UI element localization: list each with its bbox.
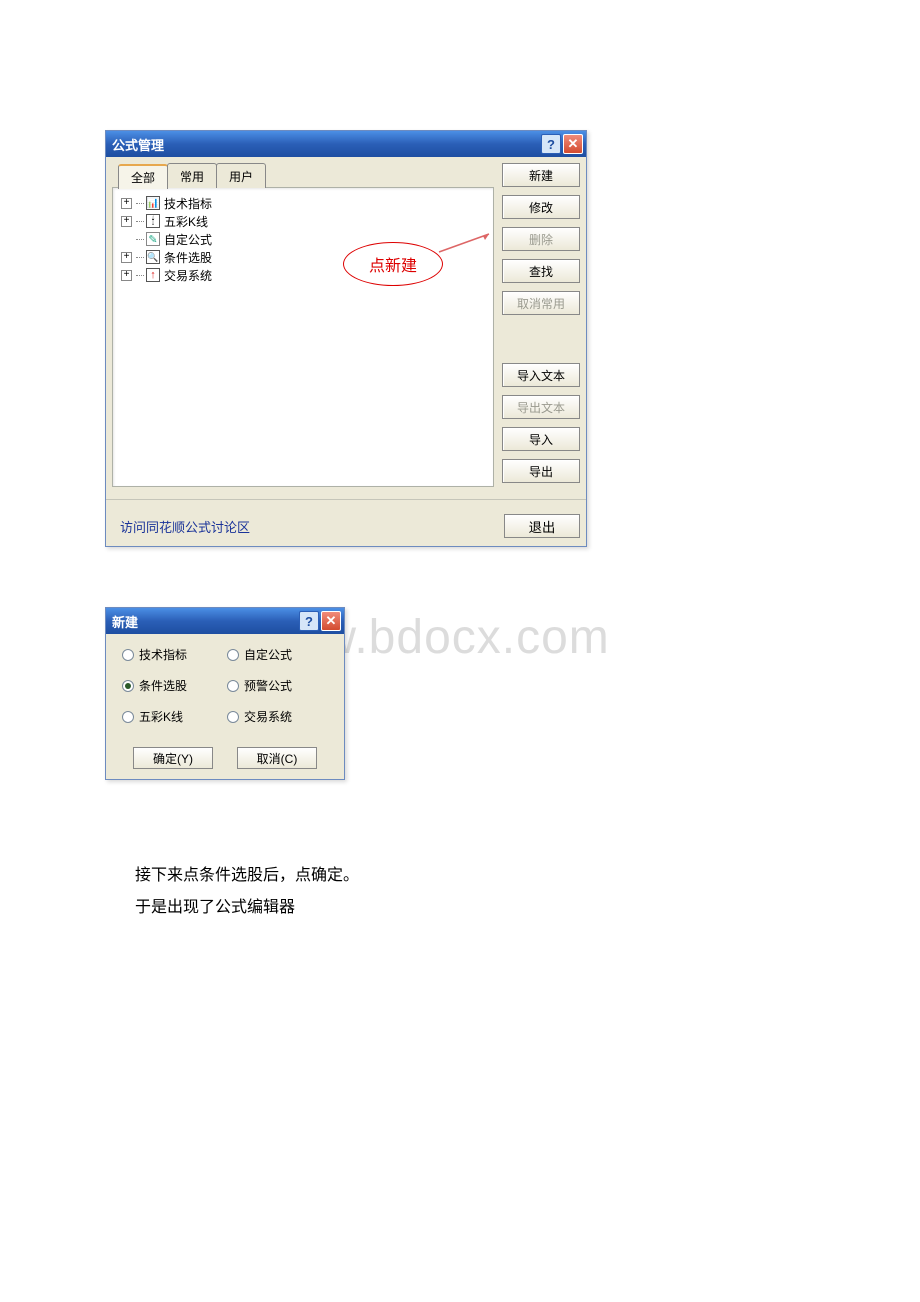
titlebar: 新建 ? ✕ <box>106 608 344 634</box>
new-formula-dialog: 新建 ? ✕ 技术指标 自定公式 条件选股 预警公式 五彩K线 <box>105 607 345 780</box>
radio-label: 五彩K线 <box>139 708 183 725</box>
expand-icon[interactable]: + <box>121 198 132 209</box>
paragraph-2: 于是出现了公式编辑器 <box>135 892 920 924</box>
radio-icon <box>227 680 239 692</box>
tab-all[interactable]: 全部 <box>118 164 168 189</box>
formula-manager-dialog: 公式管理 ? ✕ 全部 常用 用户 + 技术指标 + <box>105 130 587 547</box>
radio-icon <box>122 711 134 723</box>
paragraph-1: 接下来点条件选股后，点确定。 <box>135 860 920 892</box>
radio-trading-system[interactable]: 交易系统 <box>227 708 328 725</box>
tree-item-condition-stock[interactable]: + 条件选股 <box>121 248 485 266</box>
tree-label: 技术指标 <box>164 195 212 212</box>
modify-button[interactable]: 修改 <box>502 195 580 219</box>
radio-tech-indicator[interactable]: 技术指标 <box>122 646 223 663</box>
import-text-button[interactable]: 导入文本 <box>502 363 580 387</box>
tab-row: 全部 常用 用户 <box>118 163 494 188</box>
tree-label: 自定公式 <box>164 231 212 248</box>
help-button[interactable]: ? <box>299 611 319 631</box>
formula-tree[interactable]: + 技术指标 + 五彩K线 自定公式 <box>112 187 494 487</box>
tree-item-trading-system[interactable]: + 交易系统 <box>121 266 485 284</box>
radio-label: 预警公式 <box>244 677 292 694</box>
dialog-title: 新建 <box>112 612 297 631</box>
radio-label: 条件选股 <box>139 677 187 694</box>
dialog-title: 公式管理 <box>112 135 539 154</box>
tree-label: 条件选股 <box>164 249 212 266</box>
bars-icon <box>146 196 160 210</box>
radio-label: 技术指标 <box>139 646 187 663</box>
radio-label: 交易系统 <box>244 708 292 725</box>
tree-label: 交易系统 <box>164 267 212 284</box>
radio-custom-formula[interactable]: 自定公式 <box>227 646 328 663</box>
export-text-button[interactable]: 导出文本 <box>502 395 580 419</box>
titlebar: 公式管理 ? ✕ <box>106 131 586 157</box>
exit-button[interactable]: 退出 <box>504 514 580 538</box>
radio-label: 自定公式 <box>244 646 292 663</box>
expand-icon[interactable]: + <box>121 216 132 227</box>
new-button[interactable]: 新建 <box>502 163 580 187</box>
expand-placeholder <box>121 234 132 245</box>
forum-link[interactable]: 访问同花顺公式讨论区 <box>120 517 250 536</box>
document-body: 接下来点条件选股后，点确定。 于是出现了公式编辑器 <box>135 860 920 924</box>
import-button[interactable]: 导入 <box>502 427 580 451</box>
tree-item-color-kline[interactable]: + 五彩K线 <box>121 212 485 230</box>
delete-button[interactable]: 删除 <box>502 227 580 251</box>
expand-icon[interactable]: + <box>121 252 132 263</box>
cancel-button[interactable]: 取消(C) <box>237 747 317 769</box>
find-button[interactable]: 查找 <box>502 259 580 283</box>
tree-item-tech-indicator[interactable]: + 技术指标 <box>121 194 485 212</box>
candle-icon <box>146 214 160 228</box>
close-button[interactable]: ✕ <box>321 611 341 631</box>
tab-user[interactable]: 用户 <box>216 163 266 188</box>
radio-icon <box>227 649 239 661</box>
dialog-footer: 访问同花顺公式讨论区 退出 <box>106 499 586 546</box>
radio-condition-stock[interactable]: 条件选股 <box>122 677 223 694</box>
tab-common[interactable]: 常用 <box>167 163 217 188</box>
formula-type-radios: 技术指标 自定公式 条件选股 预警公式 五彩K线 交易系统 <box>122 646 328 725</box>
radio-icon <box>122 649 134 661</box>
ok-button[interactable]: 确定(Y) <box>133 747 213 769</box>
unfavorite-button[interactable]: 取消常用 <box>502 291 580 315</box>
radio-icon <box>122 680 134 692</box>
tree-label: 五彩K线 <box>164 213 208 230</box>
binoculars-icon <box>146 250 160 264</box>
pencil-icon <box>146 232 160 246</box>
radio-color-kline[interactable]: 五彩K线 <box>122 708 223 725</box>
radio-icon <box>227 711 239 723</box>
close-button[interactable]: ✕ <box>563 134 583 154</box>
arrow-up-icon <box>146 268 160 282</box>
radio-alert-formula[interactable]: 预警公式 <box>227 677 328 694</box>
expand-icon[interactable]: + <box>121 270 132 281</box>
export-button[interactable]: 导出 <box>502 459 580 483</box>
help-button[interactable]: ? <box>541 134 561 154</box>
tree-item-custom-formula[interactable]: 自定公式 <box>121 230 485 248</box>
